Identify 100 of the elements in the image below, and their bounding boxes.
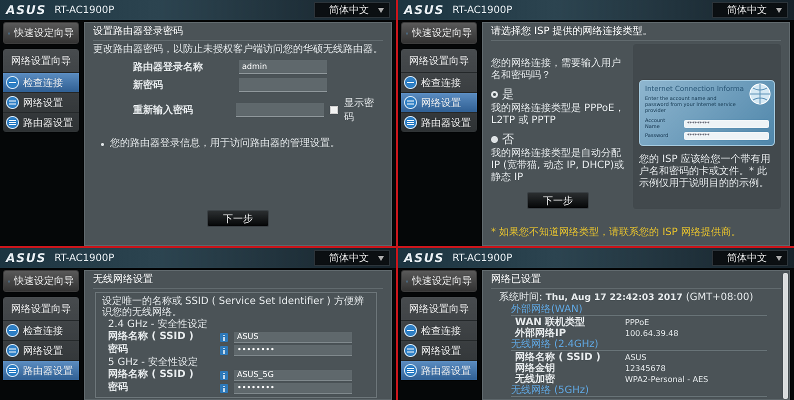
step-circle-icon <box>6 96 19 109</box>
step-circle-icon <box>404 344 417 357</box>
row-label: 外部网络IP <box>515 328 568 339</box>
input-field[interactable]: ASUS_5G <box>234 370 352 380</box>
field-label: 密码 <box>108 382 129 394</box>
language-dropdown[interactable]: 简体中文 <box>314 250 390 266</box>
description-text: 更改路由器密码，以防止未授权客户端访问您的华硕无线路由器。 <box>93 44 383 56</box>
model-name: RT-AC1900P <box>54 4 114 16</box>
field-label: 网络名称 ( SSID ) <box>108 369 195 381</box>
next-button[interactable]: 下一步 <box>527 192 589 209</box>
language-dropdown[interactable]: 简体中文 <box>712 250 788 266</box>
section-heading: 无线网络 (5GHz) <box>511 385 767 397</box>
wizard-step[interactable]: 网络设置 <box>401 92 477 112</box>
panel-title: 网络已设置 <box>491 274 781 289</box>
row-value: 100.64.39.48 <box>625 328 678 339</box>
row-value: 12345678 <box>625 363 666 374</box>
input-field[interactable] <box>236 103 324 117</box>
brand-logo: ASUS <box>404 251 444 265</box>
language-dropdown[interactable]: 简体中文 <box>314 2 390 18</box>
wizard-step[interactable]: 检查连接 <box>3 72 79 92</box>
quick-setup-button[interactable]: 快速设定向导 <box>401 270 477 292</box>
field-label: 密码 <box>108 344 129 356</box>
brand-logo: ASUS <box>404 3 444 17</box>
step-circle-icon <box>6 344 19 357</box>
note-text: 您的路由器登录信息，用于访问路由器的管理设置。 <box>110 138 340 150</box>
model-name: RT-AC1900P <box>54 252 114 264</box>
wizard-title: 网络设置向导 <box>10 302 72 317</box>
globe-icon <box>749 83 771 105</box>
next-button[interactable]: 下一步 <box>207 210 269 227</box>
wizard-step[interactable]: 路由器设置 <box>3 112 79 132</box>
step-circle-icon <box>404 324 417 337</box>
language-dropdown[interactable]: 简体中文 <box>712 2 788 18</box>
row-label: 无线加密 <box>515 374 556 385</box>
wizard-step[interactable]: 检查连接 <box>401 320 477 340</box>
panel-title: 请选择您 ISP 提供的网络连接类型。 <box>491 26 781 41</box>
brand-logo: ASUS <box>6 3 46 17</box>
question-text: 您的网络连接，需要输入用户名和密码吗？ <box>491 58 622 82</box>
caret-icon <box>378 256 384 261</box>
row-label: WAN 联机类型 <box>515 317 586 328</box>
radio-button[interactable] <box>491 136 498 143</box>
wizard-title: 网络设置向导 <box>408 302 470 317</box>
section-heading: 无线网络 (2.4GHz) <box>511 339 767 351</box>
panel-title: 设置路由器登录密码 <box>93 26 383 41</box>
quick-setup-button[interactable]: 快速设定向导 <box>401 22 477 44</box>
wizard-step[interactable]: 路由器设置 <box>401 360 477 380</box>
caret-icon <box>378 8 384 13</box>
caret-icon <box>776 256 782 261</box>
option-description: 我的网络连接类型是 PPPoE，L2TP 或 PPTP <box>491 103 625 127</box>
brand-logo: ASUS <box>6 251 46 265</box>
caret-icon <box>776 8 782 13</box>
step-circle-icon <box>6 116 19 129</box>
wizard-title: 网络设置向导 <box>10 54 72 69</box>
info-icon[interactable] <box>220 346 228 354</box>
description-text: 设定唯一的名称或 SSID ( Service Set Identifier ) 方便辨识您的无线网络。 <box>102 296 365 318</box>
wizard-title: 网络设置向导 <box>408 54 470 69</box>
input-field[interactable]: •••••••• <box>234 382 352 394</box>
step-circle-icon <box>6 76 19 89</box>
field-label: 路由器登录名称 <box>133 60 204 74</box>
row-label: 网络金钥 <box>515 363 556 374</box>
wizard-step[interactable]: 检查连接 <box>3 320 79 340</box>
row-value: ASUS <box>625 352 646 363</box>
info-icon[interactable] <box>220 384 228 392</box>
wizard-step[interactable]: 网络设置 <box>3 92 79 112</box>
example-caption: 您的 ISP 应该给您一个带有用户名和密码的卡或文件。* 此示例仅用于说明目的的示例。 <box>639 154 772 190</box>
input-field[interactable]: admin <box>239 60 327 74</box>
wizard-step[interactable]: 路由器设置 <box>3 360 79 380</box>
quick-setup-button[interactable]: 快速设定向导 <box>3 270 79 292</box>
scrollbar[interactable] <box>783 273 788 399</box>
system-time: 系统时间: Thu, Aug 17 22:42:03 2017 (GMT+08:00) <box>498 292 754 304</box>
row-value: WPA2-Personal - AES <box>625 374 708 385</box>
model-name: RT-AC1900P <box>452 4 512 16</box>
info-icon[interactable] <box>220 332 228 342</box>
field-label: 新密码 <box>133 78 164 92</box>
section-heading: 外部网络(WAN) <box>511 304 767 316</box>
band-heading: 2.4 GHz - 安全性设定 <box>107 319 209 330</box>
step-circle-icon <box>404 364 417 377</box>
checkbox[interactable] <box>330 106 338 114</box>
step-circle-icon <box>404 96 417 109</box>
step-circle-icon <box>404 76 417 89</box>
checkbox-label: 显示密码 <box>344 96 376 124</box>
option-label: 否 <box>502 131 514 148</box>
band-heading: 5 GHz - 安全性设定 <box>107 357 200 368</box>
wizard-step[interactable]: 路由器设置 <box>401 112 477 132</box>
info-icon[interactable] <box>220 370 228 380</box>
input-field[interactable]: ASUS <box>234 332 352 342</box>
row-label: 网络名称 ( SSID ) <box>515 352 602 363</box>
field-label: 网络名称 ( SSID ) <box>108 331 195 343</box>
option-label: 是 <box>502 86 514 103</box>
input-field[interactable] <box>239 78 327 92</box>
input-field[interactable]: •••••••• <box>234 344 352 356</box>
panel-title: 无线网络设置 <box>93 274 383 289</box>
quick-setup-button[interactable]: 快速设定向导 <box>3 22 79 44</box>
option-description: 我的网络连接类型是自动分配 IP (宽带猫, 动态 IP, DHCP)或静态 IP <box>491 148 625 184</box>
step-circle-icon <box>6 364 19 377</box>
model-name: RT-AC1900P <box>452 252 512 264</box>
row-value: PPPoE <box>625 317 650 328</box>
field-label: 重新输入密码 <box>133 103 194 117</box>
step-circle-icon <box>6 324 19 337</box>
radio-button[interactable] <box>491 91 498 98</box>
footnote-text: * 如果您不知道网络类型，请联系您的 ISP 网络提供商。 <box>491 226 742 240</box>
